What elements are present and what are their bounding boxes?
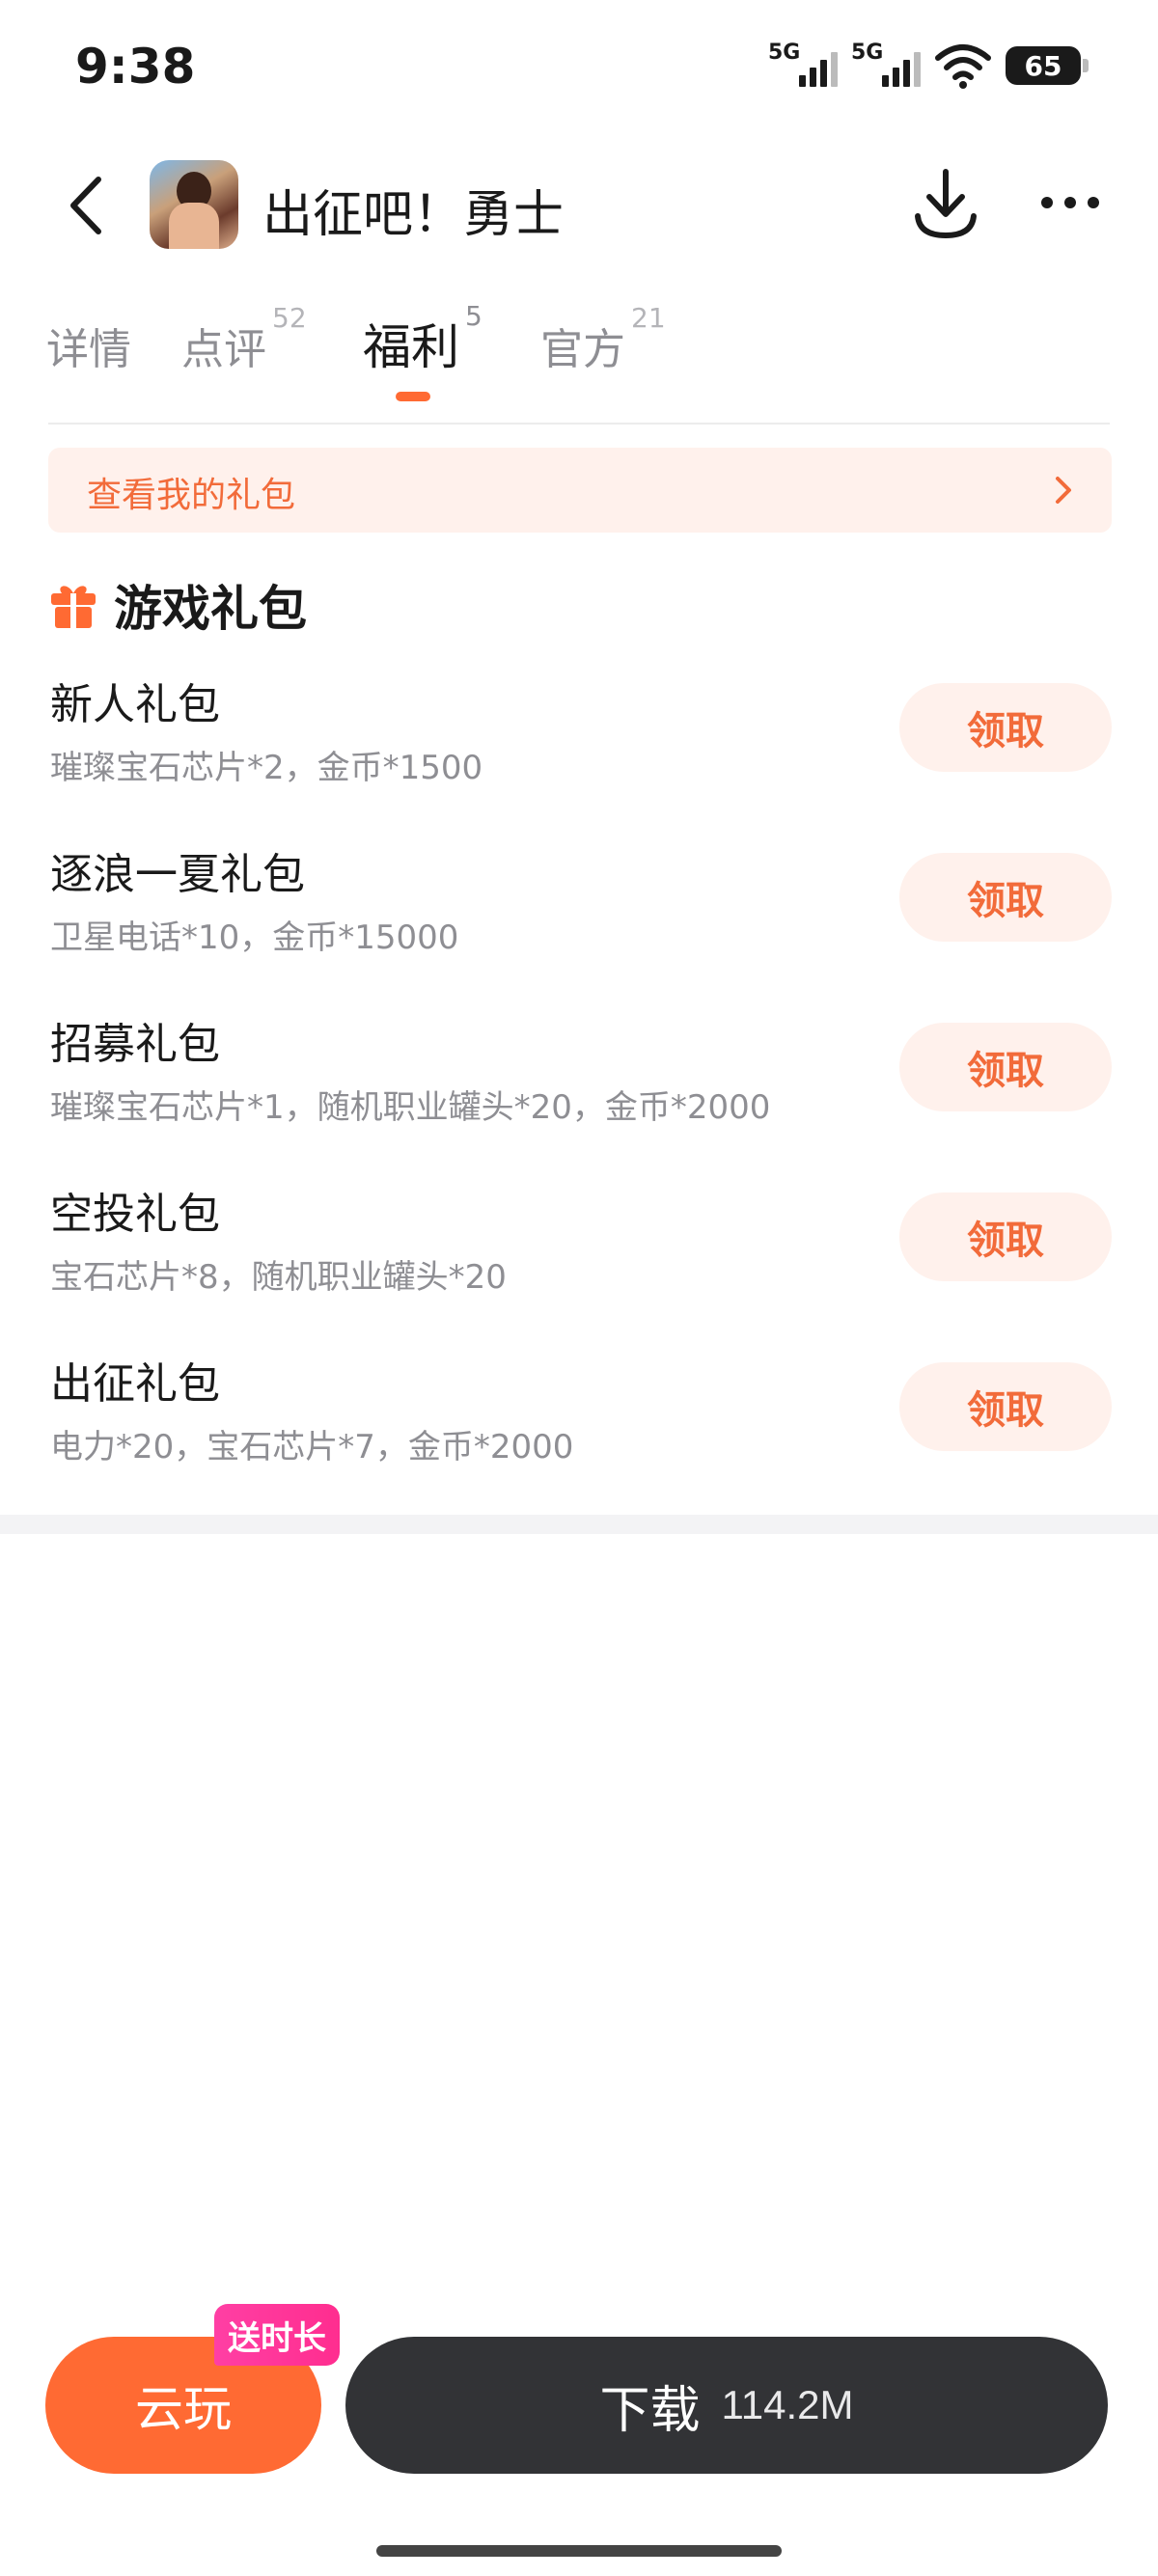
tab-indicator	[396, 392, 430, 401]
tab-details[interactable]: 详情	[46, 315, 131, 376]
section-title: 游戏礼包	[114, 581, 307, 637]
battery-level: 65	[1024, 49, 1062, 82]
gift-description: 璀璨宝石芯片*1，随机职业罐头*20，金币*2000	[50, 1088, 771, 1127]
signal-icon: 5G	[768, 41, 838, 91]
download-button[interactable]: 下载 114.2M	[345, 2337, 1108, 2474]
gift-name: 出征礼包	[50, 1359, 220, 1409]
download-label: 下载	[599, 2382, 701, 2439]
list-item: 空投礼包 宝石芯片*8，随机职业罐头*20 领取	[0, 1175, 1158, 1345]
app-icon	[150, 160, 238, 249]
gift-list: 新人礼包 璀璨宝石芯片*2，金币*1500 领取 逐浪一夏礼包 卫星电话*10，…	[0, 666, 1158, 1515]
tab-label: 官方	[540, 325, 625, 374]
home-indicator	[376, 2545, 782, 2557]
gift-name: 招募礼包	[50, 1020, 220, 1069]
list-item: 新人礼包 璀璨宝石芯片*2，金币*1500 领取	[0, 666, 1158, 836]
claim-button[interactable]: 领取	[899, 1192, 1112, 1281]
divider	[48, 423, 1110, 425]
tab-welfare[interactable]: 福利5	[363, 300, 482, 378]
signal-label: 5G	[851, 41, 884, 65]
signal-icon: 5G	[851, 41, 921, 91]
tab-count: 5	[465, 300, 482, 333]
tab-bar: 详情 点评52 福利5 官方21	[0, 299, 1158, 425]
page-title: 出征吧！勇士	[262, 186, 565, 244]
back-icon[interactable]	[60, 172, 118, 239]
view-my-gifts-banner[interactable]: 查看我的礼包	[48, 448, 1112, 533]
gift-description: 卫星电话*10，金币*15000	[50, 918, 459, 957]
gift-description: 电力*20，宝石芯片*7，金币*2000	[50, 1428, 574, 1466]
claim-button[interactable]: 领取	[899, 853, 1112, 942]
tab-reviews[interactable]: 点评52	[181, 302, 307, 376]
claim-button[interactable]: 领取	[899, 1023, 1112, 1111]
gift-description: 璀璨宝石芯片*2，金币*1500	[50, 749, 483, 787]
status-time: 9:38	[75, 39, 196, 95]
list-item: 逐浪一夏礼包 卫星电话*10，金币*15000 领取	[0, 836, 1158, 1005]
tab-label: 详情	[46, 325, 131, 374]
signal-label: 5G	[768, 41, 801, 65]
header: 出征吧！勇士	[0, 145, 1158, 264]
battery-icon: 65	[1006, 46, 1089, 85]
cloud-play-badge: 送时长	[214, 2304, 340, 2366]
claim-button[interactable]: 领取	[899, 683, 1112, 772]
more-icon[interactable]	[1038, 183, 1102, 222]
tab-official[interactable]: 官方21	[540, 302, 666, 376]
section-header: 游戏礼包	[48, 571, 307, 639]
chevron-right-icon	[1056, 477, 1071, 504]
tab-count: 52	[272, 302, 307, 335]
tab-label: 福利	[363, 319, 459, 375]
list-item: 出征礼包 电力*20，宝石芯片*7，金币*2000 领取	[0, 1345, 1158, 1515]
download-size: 114.2M	[721, 2382, 854, 2427]
tab-count: 21	[631, 302, 666, 335]
gift-name: 逐浪一夏礼包	[50, 850, 305, 899]
view-my-gifts-label: 查看我的礼包	[87, 476, 296, 515]
gift-description: 宝石芯片*8，随机职业罐头*20	[50, 1258, 507, 1297]
gift-icon	[51, 586, 96, 628]
tab-label: 点评	[181, 325, 266, 374]
status-icons: 5G 5G 65	[768, 41, 1089, 91]
status-bar: 9:38 5G 5G 65	[0, 0, 1158, 135]
claim-button[interactable]: 领取	[899, 1362, 1112, 1451]
download-icon[interactable]	[912, 166, 979, 243]
list-item: 招募礼包 璀璨宝石芯片*1，随机职业罐头*20，金币*2000 领取	[0, 1005, 1158, 1175]
section-divider	[0, 1515, 1158, 1534]
gift-name: 新人礼包	[50, 680, 220, 729]
gift-name: 空投礼包	[50, 1190, 220, 1239]
wifi-icon	[935, 44, 991, 89]
